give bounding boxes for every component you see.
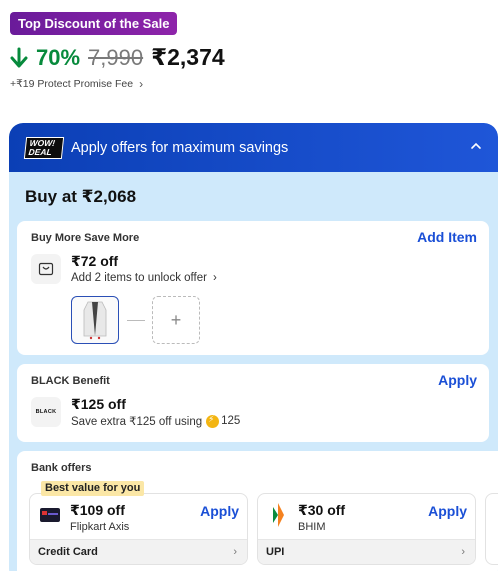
deal-text: DEAL — [28, 146, 53, 157]
bank-name: BHIM — [298, 521, 326, 533]
black-benefit-card: BLACK Benefit Apply BLACK ₹125 off Save … — [17, 364, 489, 442]
payment-type[interactable]: Credit Card › — [30, 539, 247, 564]
divider — [127, 320, 145, 321]
buy-more-amount: ₹72 off — [71, 253, 119, 269]
chevron-right-icon: › — [212, 272, 217, 284]
discount-percent: 70% — [36, 44, 81, 70]
black-logo: BLACK — [31, 397, 61, 427]
bank-offer-flipkart-axis[interactable]: ₹109 off Flipkart Axis Apply Credit Card… — [29, 493, 248, 565]
bank-offer-partial[interactable] — [485, 493, 498, 565]
chevron-right-icon: › — [233, 546, 237, 558]
original-price: 7,990 — [88, 44, 144, 70]
add-product-slot[interactable]: + — [152, 296, 200, 344]
chevron-right-icon: › — [461, 546, 465, 558]
offers-header[interactable]: WOW! DEAL Apply offers for maximum savin… — [9, 123, 498, 172]
coin-count: 125 — [221, 415, 241, 427]
payment-type-label: Credit Card — [38, 546, 98, 558]
bank-offer-bhim[interactable]: ₹30 off BHIM Apply UPI › — [257, 493, 476, 565]
chevron-up-icon[interactable] — [470, 140, 482, 152]
unlock-offer-link[interactable]: Add 2 items to unlock offer › — [71, 272, 217, 284]
sale-price: ₹2,374 — [151, 44, 225, 70]
bank-apply-button[interactable]: Apply — [200, 503, 239, 519]
offers-title: Apply offers for maximum savings — [71, 139, 289, 156]
black-subtext: Save extra ₹125 off using 125 — [71, 414, 241, 429]
price-row: 70% 7,990 ₹2,374 — [10, 44, 225, 71]
shopping-bag-icon — [31, 254, 61, 284]
wow-deal-logo: WOW! DEAL — [23, 136, 65, 159]
black-amount: ₹125 off — [71, 396, 126, 412]
buy-more-title: Buy More Save More — [31, 232, 140, 244]
offers-panel: WOW! DEAL Apply offers for maximum savin… — [9, 123, 498, 571]
bank-offer-amount: ₹30 off — [298, 502, 346, 518]
add-item-button[interactable]: Add Item — [417, 229, 477, 245]
buy-at-price: Buy at ₹2,068 — [25, 187, 137, 206]
unlock-offer-text: Add 2 items to unlock offer — [71, 272, 207, 284]
black-apply-button[interactable]: Apply — [438, 372, 477, 388]
payment-type-label: UPI — [266, 546, 285, 558]
credit-card-icon — [40, 508, 60, 522]
fee-text: +₹19 Protect Promise Fee — [10, 78, 134, 90]
black-subtext-label: Save extra ₹125 off using — [71, 416, 203, 428]
supercoin-icon — [206, 414, 220, 428]
plus-icon: + — [170, 309, 182, 330]
bank-name: Flipkart Axis — [70, 521, 130, 533]
protect-promise-fee[interactable]: +₹19 Protect Promise Fee › — [10, 77, 143, 91]
buy-more-card: Buy More Save More Add Item ₹72 off Add … — [17, 221, 489, 355]
chevron-right-icon: › — [139, 77, 144, 91]
bank-offer-amount: ₹109 off — [70, 502, 125, 518]
black-benefit-title: BLACK Benefit — [31, 375, 110, 387]
product-thumbnail[interactable] — [71, 296, 119, 344]
bank-apply-button[interactable]: Apply — [428, 503, 467, 519]
jacket-image — [83, 301, 107, 340]
bank-offers-card: Bank offers Best value for you ₹109 off … — [17, 451, 498, 571]
down-arrow-icon — [10, 47, 28, 67]
bank-offers-title: Bank offers — [31, 462, 92, 474]
deal-badge: Top Discount of the Sale — [10, 12, 178, 35]
payment-type[interactable]: UPI › — [258, 539, 475, 564]
best-value-ribbon: Best value for you — [41, 481, 145, 496]
bhim-logo-icon — [273, 503, 284, 527]
